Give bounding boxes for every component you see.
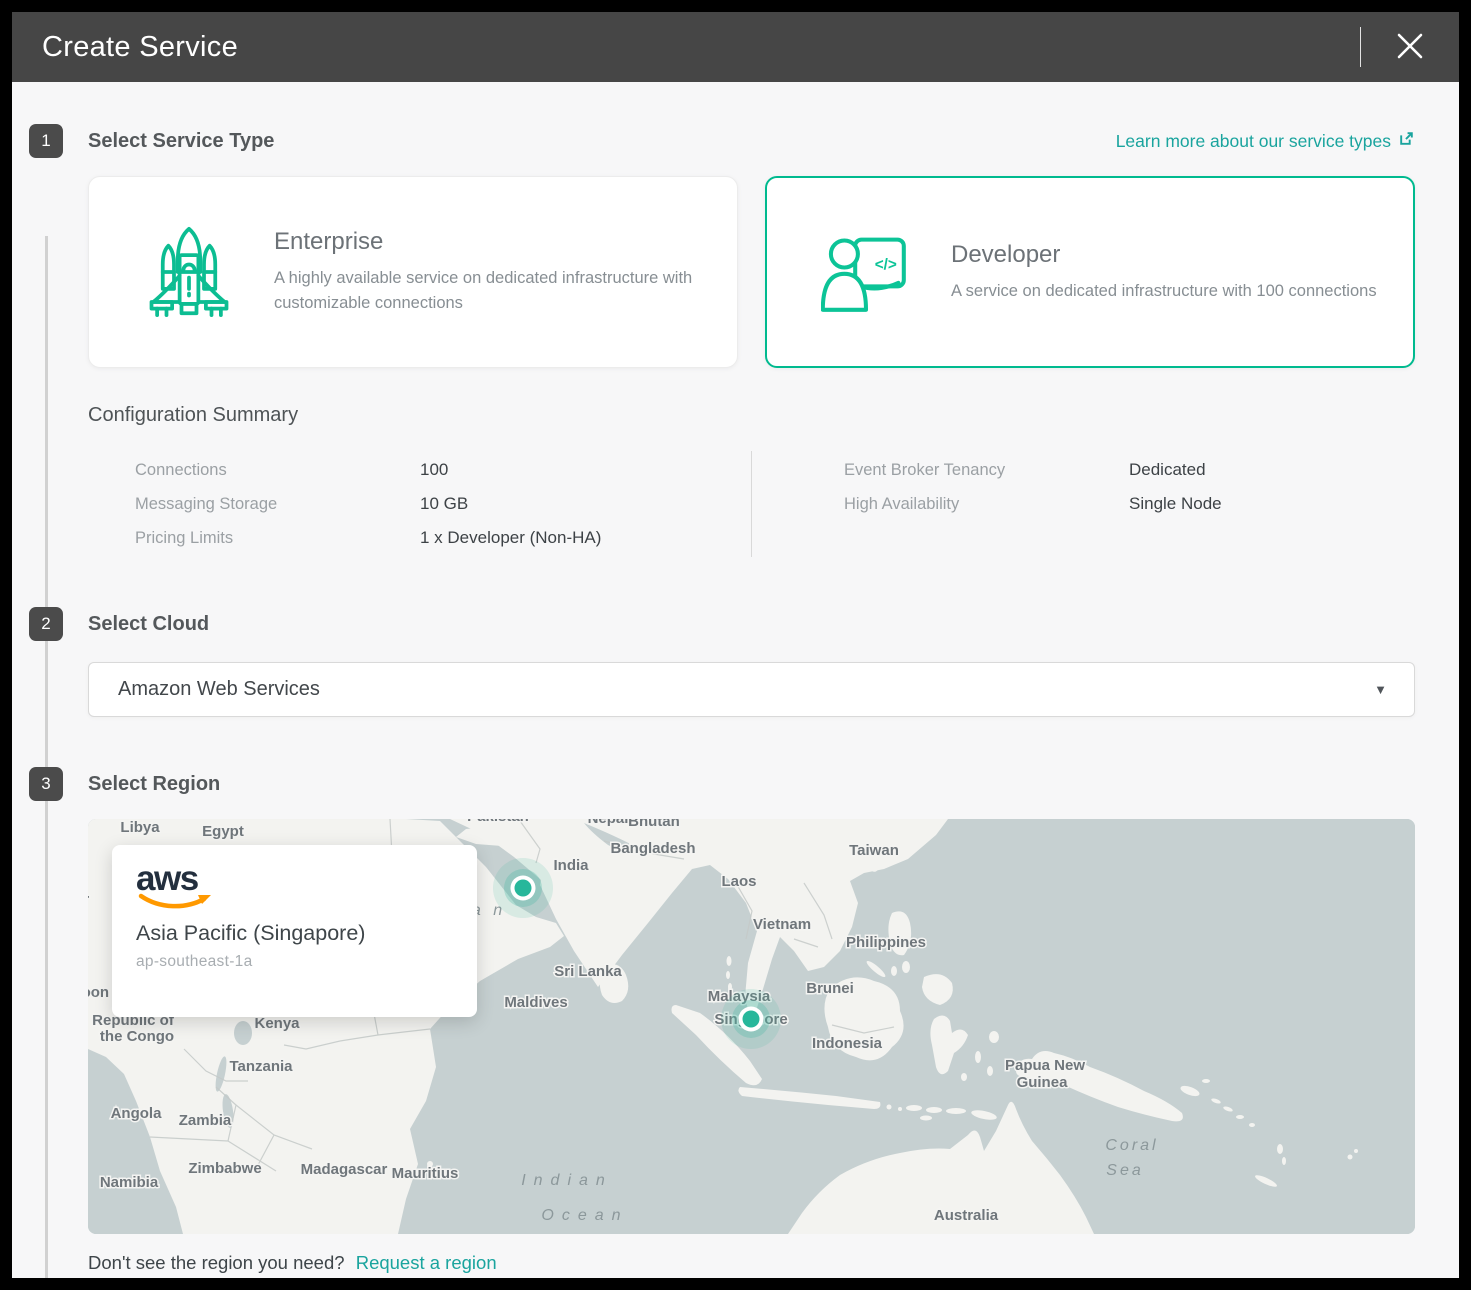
chevron-down-icon: ▼ <box>1374 682 1387 697</box>
developer-icon: </> <box>821 229 911 315</box>
map-label: Coral <box>1105 1137 1158 1154</box>
region-marker-singapore[interactable] <box>721 989 781 1049</box>
configuration-summary-title: Configuration Summary <box>88 404 1415 427</box>
service-description: A highly available service on dedicated … <box>274 266 707 316</box>
summary-value: 10 GB <box>420 494 468 514</box>
map-label: Zambia <box>179 1112 232 1129</box>
svg-text:</>: </> <box>875 256 897 273</box>
map-label: Vietnam <box>753 916 811 933</box>
section-title-select-cloud: Select Cloud <box>88 613 209 636</box>
map-label: Bhutan <box>628 819 680 830</box>
map-label: Ocean <box>541 1207 628 1224</box>
learn-more-link[interactable]: Learn more about our service types <box>1116 130 1415 152</box>
map-label: Brunei <box>806 980 854 997</box>
section-service-type: 1 Select Service Type Learn more about o… <box>12 124 1459 557</box>
service-name: Enterprise <box>274 228 707 256</box>
map-label: Egypt <box>202 823 244 840</box>
map-label: Indonesia <box>812 1035 883 1052</box>
map-label: Nepal <box>588 819 629 827</box>
section-title-service-type: Select Service Type <box>88 130 274 153</box>
map-label: Bangladesh <box>610 840 695 857</box>
map-label: Cameroon <box>88 984 109 1001</box>
configuration-summary: Configuration Summary Connections 100 Me… <box>88 404 1415 557</box>
map-label: Guinea <box>1017 1074 1069 1091</box>
summary-row-high-availability: High Availability Single Node <box>797 487 1222 521</box>
map-label: Kenya <box>254 1015 300 1032</box>
region-zone: ap-southeast-1a <box>136 953 453 971</box>
step-2-badge: 2 <box>29 607 63 641</box>
step-1-badge: 1 <box>29 124 63 158</box>
map-label: Sea <box>1106 1162 1143 1179</box>
summary-label: High Availability <box>844 495 1129 514</box>
summary-right-column: Event Broker Tenancy Dedicated High Avai… <box>752 451 1222 557</box>
aws-logo: aws <box>136 863 453 911</box>
section-select-region: 3 Select Region <box>12 767 1459 1274</box>
summary-value: 100 <box>420 460 448 480</box>
map-label: Australia <box>934 1207 999 1224</box>
map-label: Taiwan <box>849 842 899 859</box>
summary-value: 1 x Developer (Non-HA) <box>420 528 601 548</box>
map-label: Zimbabwe <box>188 1160 261 1177</box>
aws-logo-text: aws <box>136 863 453 895</box>
summary-row-pricing-limits: Pricing Limits 1 x Developer (Non-HA) <box>88 521 751 555</box>
summary-label: Connections <box>135 461 420 480</box>
modal-body: 1 Select Service Type Learn more about o… <box>12 124 1459 1274</box>
summary-row-connections: Connections 100 <box>88 453 751 487</box>
external-link-icon <box>1398 130 1415 152</box>
region-footer: Don't see the region you need? Request a… <box>88 1252 1415 1274</box>
map-label: Mauritius <box>392 1165 459 1182</box>
map-label: Tanzania <box>229 1058 293 1075</box>
region-info-card[interactable]: aws Asia Pacific (Singapore) ap-southeas… <box>112 845 477 1017</box>
summary-value: Single Node <box>1129 494 1222 514</box>
modal-title: Create Service <box>42 31 238 64</box>
service-description: A service on dedicated infrastructure wi… <box>951 279 1377 304</box>
step-3-badge: 3 <box>29 767 63 801</box>
region-map[interactable]: Libya Egypt Niger Cameroon Pakistan NepalBhut… <box>88 819 1415 1234</box>
modal-header: Create Service <box>12 12 1459 82</box>
summary-label: Messaging Storage <box>135 495 420 514</box>
learn-more-label: Learn more about our service types <box>1116 131 1391 152</box>
map-label: Laos <box>721 873 756 890</box>
service-card-developer[interactable]: </> Developer A service on dedicated inf… <box>765 176 1415 368</box>
cloud-select-dropdown[interactable]: Amazon Web Services ▼ <box>88 662 1415 717</box>
summary-row-tenancy: Event Broker Tenancy Dedicated <box>797 453 1222 487</box>
map-label: Libya <box>120 819 160 836</box>
region-marker-mumbai[interactable] <box>493 858 553 918</box>
close-icon <box>1395 31 1425 64</box>
map-label: Indian <box>521 1172 613 1189</box>
map-label: Philippines <box>846 934 926 951</box>
map-label: Papua New <box>1005 1057 1085 1074</box>
map-label: Niger <box>88 891 89 908</box>
map-label: India <box>553 857 589 874</box>
map-label: the Congo <box>100 1028 174 1045</box>
section-title-select-region: Select Region <box>88 773 220 796</box>
map-label: Maldives <box>504 994 567 1011</box>
service-name: Developer <box>951 241 1377 269</box>
map-label: Namibia <box>100 1174 159 1191</box>
summary-left-column: Connections 100 Messaging Storage 10 GB … <box>88 451 752 557</box>
request-region-link[interactable]: Request a region <box>356 1252 497 1273</box>
summary-label: Pricing Limits <box>135 529 420 548</box>
service-type-cards: Enterprise A highly available service on… <box>88 176 1415 368</box>
rocket-icon <box>144 222 234 322</box>
header-right <box>1360 12 1459 82</box>
summary-label: Event Broker Tenancy <box>844 461 1129 480</box>
service-card-enterprise[interactable]: Enterprise A highly available service on… <box>88 176 738 368</box>
cloud-select-value: Amazon Web Services <box>118 678 320 701</box>
close-button[interactable] <box>1361 12 1459 82</box>
section-select-cloud: 2 Select Cloud Amazon Web Services ▼ <box>12 607 1459 717</box>
map-label: Madagascar <box>301 1161 388 1178</box>
region-name: Asia Pacific (Singapore) <box>136 921 453 946</box>
region-footer-text: Don't see the region you need? <box>88 1252 345 1273</box>
map-label: Pakistan <box>467 819 529 825</box>
summary-value: Dedicated <box>1129 460 1206 480</box>
summary-row-messaging-storage: Messaging Storage 10 GB <box>88 487 751 521</box>
map-label: Sri Lanka <box>554 963 622 980</box>
map-label: Angola <box>111 1105 162 1122</box>
create-service-modal: Create Service 1 Select Service Type <box>12 12 1459 1278</box>
